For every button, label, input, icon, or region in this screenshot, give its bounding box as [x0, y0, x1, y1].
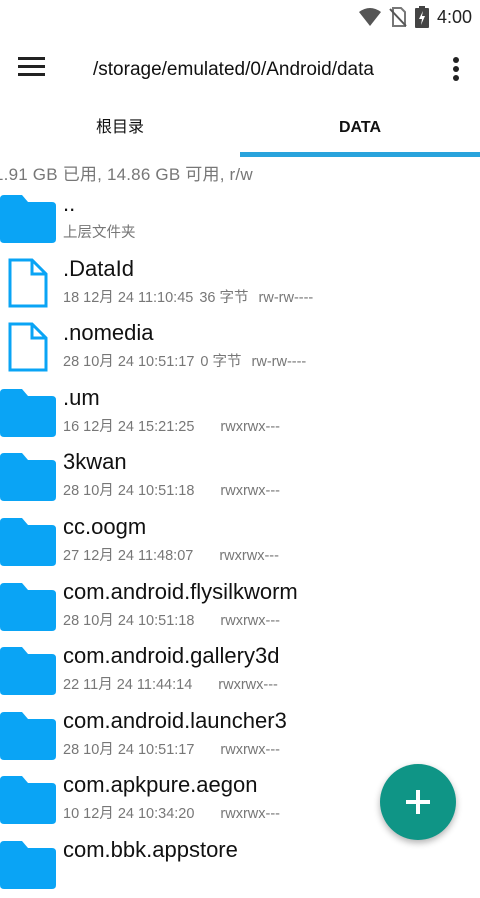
file-date: 28 10月 24 10:51:17 [63, 741, 195, 758]
toolbar: /storage/emulated/0/Android/data [0, 34, 480, 106]
file-date: 16 12月 24 15:21:25 [63, 418, 195, 435]
status-icons: 4:00 [358, 6, 472, 28]
storage-info: 1.91 GB 已用, 14.86 GB 可用, r/w [0, 165, 253, 184]
file-name: 3kwan [63, 449, 127, 475]
tab-root[interactable]: 根目录 [0, 106, 240, 158]
file-name: com.bbk.appstore [63, 836, 238, 862]
list-item-parent-folder[interactable]: .. 上层文件夹 [0, 187, 480, 252]
folder-icon [0, 840, 56, 889]
file-date: 27 12月 24 11:48:07 [63, 547, 194, 564]
status-bar: 4:00 [0, 0, 480, 34]
file-subtitle: 上层文件夹 [63, 225, 136, 241]
file-permissions: rwxrwx--- [220, 418, 281, 435]
file-permissions: rwxrwx--- [220, 806, 281, 823]
file-permissions: rwxrwx--- [220, 741, 281, 758]
file-meta: 28 10月 24 10:51:18 rwxrwx--- [63, 609, 280, 630]
tab-data[interactable]: DATA [240, 106, 480, 158]
file-icon [8, 258, 48, 308]
wifi-icon [358, 8, 381, 26]
clock: 4:00 [436, 6, 472, 27]
file-date: 28 10月 24 10:51:18 [63, 612, 195, 629]
file-meta: 上层文件夹 [63, 221, 136, 242]
file-permissions: rwxrwx--- [220, 483, 281, 500]
file-meta: 10 12月 24 10:34:20 rwxrwx--- [63, 802, 280, 823]
add-fab-button[interactable] [380, 764, 456, 840]
file-meta: 27 12月 24 11:48:07 rwxrwx--- [63, 544, 279, 565]
menu-button[interactable] [18, 56, 48, 84]
folder-icon [0, 195, 56, 243]
list-item-file[interactable]: .nomedia 28 10月 24 10:51:17 0 字节 rw-rw---- [0, 316, 480, 381]
file-meta: 16 12月 24 15:21:25 rwxrwx--- [63, 415, 280, 436]
file-name: .nomedia [63, 320, 154, 346]
file-name: com.apkpure.aegon [63, 772, 258, 798]
no-sim-icon [389, 7, 407, 27]
current-path: /storage/emulated/0/Android/data [93, 59, 374, 80]
file-meta: 18 12月 24 11:10:45 36 字节 rw-rw---- [63, 286, 313, 307]
list-item-folder[interactable]: cc.oogm 27 12月 24 11:48:07 rwxrwx--- [0, 510, 480, 575]
folder-icon [0, 388, 56, 437]
file-name: com.android.gallery3d [63, 643, 280, 669]
file-date: 28 10月 24 10:51:18 [63, 483, 195, 500]
file-permissions: rwxrwx--- [219, 547, 279, 564]
battery-charging-icon [414, 6, 429, 28]
file-name: .DataId [63, 255, 134, 281]
file-name: com.android.launcher3 [63, 707, 287, 733]
file-name: .um [63, 384, 100, 410]
folder-icon [0, 453, 56, 502]
file-size: 0 字节 [200, 354, 242, 371]
file-permissions: rwxrwx--- [220, 612, 281, 629]
file-meta: 28 10月 24 10:51:18 rwxrwx--- [63, 479, 280, 500]
file-name: .. [63, 191, 76, 216]
file-meta: 28 10月 24 10:51:17 0 字节 rw-rw---- [63, 350, 306, 371]
file-meta: 28 10月 24 10:51:17 rwxrwx--- [63, 738, 280, 759]
list-item-folder[interactable]: com.android.flysilkworm 28 10月 24 10:51:… [0, 575, 480, 640]
plus-icon [406, 790, 430, 814]
tab-bar: 根目录 DATA [0, 106, 480, 158]
file-meta: 22 11月 24 11:44:14 rwxrwx--- [63, 673, 278, 694]
file-permissions: rwxrwx--- [218, 677, 278, 694]
folder-icon [0, 711, 56, 760]
file-date: 22 11月 24 11:44:14 [63, 677, 193, 694]
file-date: 28 10月 24 10:51:17 [63, 354, 195, 371]
list-item-folder[interactable]: com.bbk.appstore [0, 833, 480, 898]
file-permissions: rw-rw---- [258, 289, 314, 306]
file-date: 18 12月 24 11:10:45 [63, 289, 194, 306]
file-date: 10 12月 24 10:34:20 [63, 806, 195, 823]
folder-icon [0, 582, 56, 631]
list-item-file[interactable]: .DataId 18 12月 24 11:10:45 36 字节 rw-rw---- [0, 252, 480, 317]
more-vert-icon [453, 57, 459, 81]
file-icon [8, 322, 48, 372]
folder-icon [0, 647, 56, 696]
list-item-folder[interactable]: 3kwan 28 10月 24 10:51:18 rwxrwx--- [0, 445, 480, 510]
hamburger-menu-icon [18, 57, 45, 76]
folder-icon [0, 776, 56, 825]
file-name: com.android.flysilkworm [63, 578, 298, 604]
more-options-button[interactable] [452, 56, 466, 86]
file-name: cc.oogm [63, 513, 147, 539]
file-permissions: rw-rw---- [251, 354, 307, 371]
file-size: 36 字节 [199, 289, 249, 306]
folder-icon [0, 517, 56, 566]
active-tab-indicator [240, 152, 480, 157]
list-item-folder[interactable]: com.android.launcher3 28 10月 24 10:51:17… [0, 704, 480, 769]
list-item-folder[interactable]: .um 16 12月 24 15:21:25 rwxrwx--- [0, 381, 480, 446]
list-item-folder[interactable]: com.android.gallery3d 22 11月 24 11:44:14… [0, 639, 480, 704]
